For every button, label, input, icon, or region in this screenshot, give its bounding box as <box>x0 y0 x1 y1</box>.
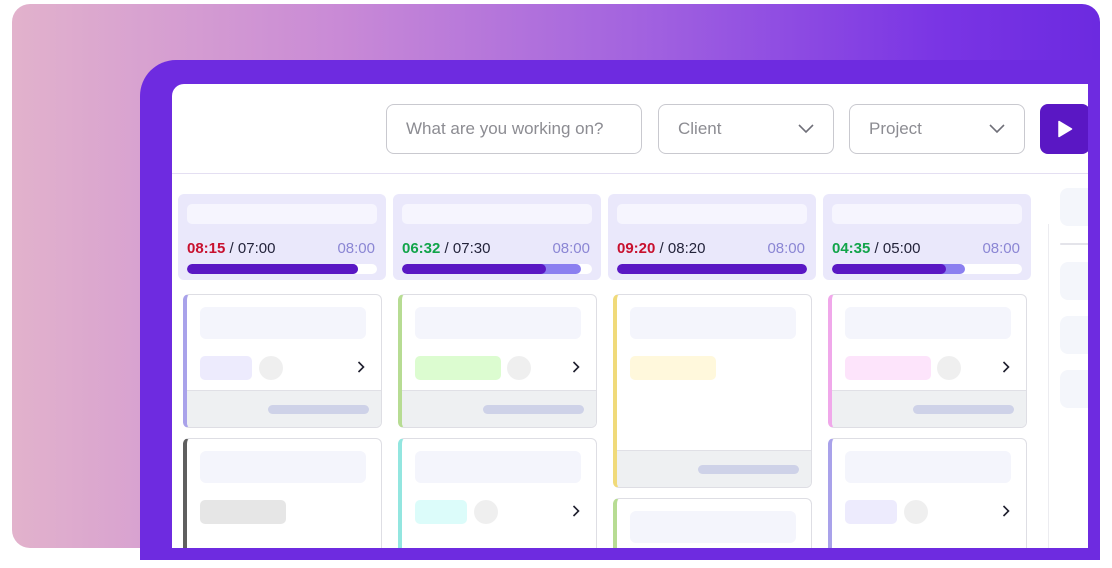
task-title-placeholder <box>845 307 1011 339</box>
day-progress-bar <box>187 264 377 274</box>
assignee-avatar-placeholder <box>474 500 498 524</box>
task-title-placeholder <box>415 451 581 483</box>
assignee-avatar-placeholder <box>904 500 928 524</box>
project-select[interactable]: Project <box>849 104 1025 154</box>
task-tag-placeholder <box>415 356 501 380</box>
description-input[interactable]: What are you working on? <box>386 104 642 154</box>
project-select-label: Project <box>869 119 922 138</box>
day-title-placeholder <box>617 204 807 224</box>
day-progress-bar <box>402 264 592 274</box>
day-title-placeholder <box>832 204 1022 224</box>
task-card-footer <box>402 390 596 427</box>
spent-fill <box>617 264 807 274</box>
task-card-footer <box>187 390 381 427</box>
task-card[interactable] <box>183 438 382 548</box>
time-separator: / <box>229 239 238 257</box>
spent-fill <box>187 264 358 274</box>
day-time-summary: 06:32 / 07:30 08:00 <box>402 238 592 258</box>
task-tag-placeholder <box>200 500 286 524</box>
task-title-placeholder <box>200 451 366 483</box>
time-planned: 07:00 <box>237 239 276 257</box>
day-column-header: 04:35 / 05:00 08:00 <box>823 194 1031 280</box>
day-column-header: 09:20 / 08:20 08:00 <box>608 194 816 280</box>
task-card[interactable] <box>398 438 597 548</box>
time-capacity: 08:00 <box>767 239 805 257</box>
day-progress-bar <box>617 264 807 274</box>
task-tag-placeholder <box>845 356 931 380</box>
spent-fill <box>402 264 547 274</box>
time-spent: 09:20 <box>617 239 656 257</box>
task-card[interactable] <box>828 294 1027 428</box>
day-progress-bar <box>832 264 1022 274</box>
assignee-avatar-placeholder <box>937 356 961 380</box>
column-divider <box>1048 224 1049 548</box>
task-tag-placeholder <box>845 500 897 524</box>
task-title-placeholder <box>630 511 796 543</box>
next-column-placeholder <box>1060 316 1088 354</box>
timer-toolbar: What are you working on? Client Project <box>172 84 1088 174</box>
task-card-footer <box>617 450 811 487</box>
spent-fill <box>832 264 946 274</box>
next-column-divider <box>1060 243 1088 245</box>
day-column: 04:35 / 05:00 08:00 <box>823 194 1031 548</box>
next-column-placeholder <box>1060 370 1088 408</box>
task-footer-placeholder <box>913 405 1014 414</box>
time-capacity: 08:00 <box>982 239 1020 257</box>
task-title-placeholder <box>200 307 366 339</box>
day-column: 09:20 / 08:20 08:00 <box>608 194 816 548</box>
task-title-placeholder <box>415 307 581 339</box>
day-column-header: 08:15 / 07:00 08:00 <box>178 194 386 280</box>
next-column-placeholder <box>1060 262 1088 300</box>
day-time-summary: 04:35 / 05:00 08:00 <box>832 238 1022 258</box>
time-planned: 08:20 <box>667 239 706 257</box>
assignee-avatar-placeholder <box>259 356 283 380</box>
chevron-down-icon <box>798 124 814 134</box>
chevron-right-icon[interactable] <box>572 505 580 517</box>
day-time-summary: 09:20 / 08:20 08:00 <box>617 238 807 258</box>
task-card[interactable] <box>613 498 812 548</box>
task-title-placeholder <box>845 451 1011 483</box>
chevron-right-icon[interactable] <box>572 361 580 373</box>
time-separator: / <box>874 239 883 257</box>
time-capacity: 08:00 <box>337 239 375 257</box>
time-spent: 04:35 <box>832 239 871 257</box>
task-footer-placeholder <box>268 405 369 414</box>
chevron-right-icon[interactable] <box>1002 505 1010 517</box>
task-tag-placeholder <box>200 356 252 380</box>
time-separator: / <box>444 239 453 257</box>
day-column-header: 06:32 / 07:30 08:00 <box>393 194 601 280</box>
task-card[interactable] <box>398 294 597 428</box>
time-separator: / <box>659 239 668 257</box>
day-title-placeholder <box>187 204 377 224</box>
task-card[interactable] <box>613 294 812 488</box>
chevron-right-icon[interactable] <box>357 361 365 373</box>
task-card-footer <box>832 390 1026 427</box>
client-select-label: Client <box>678 119 722 138</box>
task-card[interactable] <box>183 294 382 428</box>
client-select[interactable]: Client <box>658 104 834 154</box>
assignee-avatar-placeholder <box>507 356 531 380</box>
task-tag-placeholder <box>415 500 467 524</box>
task-footer-placeholder <box>698 465 799 474</box>
day-column: 06:32 / 07:30 08:00 <box>393 194 601 548</box>
chevron-right-icon[interactable] <box>1002 361 1010 373</box>
time-spent: 06:32 <box>402 239 441 257</box>
start-timer-button[interactable] <box>1040 104 1088 154</box>
task-title-placeholder <box>630 307 796 339</box>
time-planned: 05:00 <box>882 239 921 257</box>
day-time-summary: 08:15 / 07:00 08:00 <box>187 238 377 258</box>
play-icon <box>1058 120 1073 138</box>
day-column: 08:15 / 07:00 08:00 <box>178 194 386 548</box>
day-title-placeholder <box>402 204 592 224</box>
description-placeholder: What are you working on? <box>406 119 604 138</box>
task-footer-placeholder <box>483 405 584 414</box>
app-window: What are you working on? Client Project <box>172 84 1088 548</box>
next-column-placeholder <box>1060 188 1088 226</box>
time-capacity: 08:00 <box>552 239 590 257</box>
task-tag-placeholder <box>630 356 716 380</box>
time-spent: 08:15 <box>187 239 226 257</box>
chevron-down-icon <box>989 124 1005 134</box>
time-planned: 07:30 <box>452 239 491 257</box>
task-card[interactable] <box>828 438 1027 548</box>
